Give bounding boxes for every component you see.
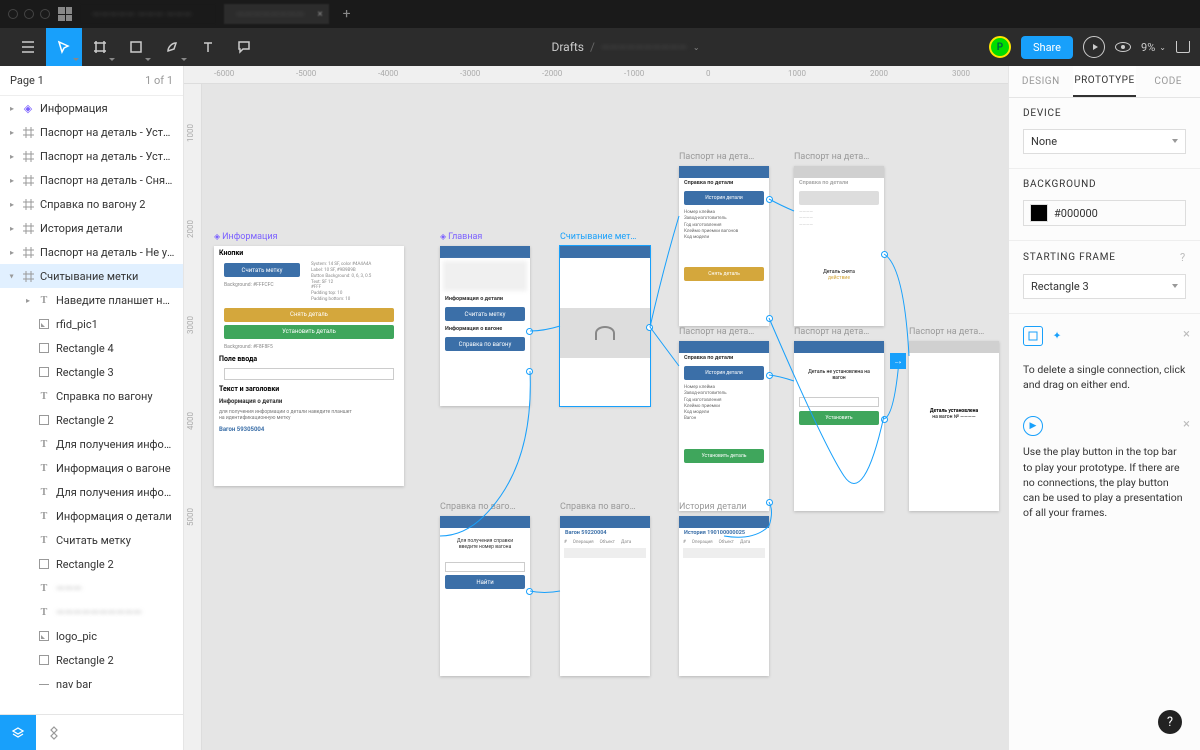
breadcrumb-root[interactable]: Drafts [551,40,584,54]
connection-arrow-icon[interactable]: → [890,353,906,369]
help-button[interactable]: ? [1158,710,1182,734]
frame-info[interactable]: Информация Кнопки Считать метку Backgrou… [214,246,404,486]
device-label: Device [1023,108,1186,119]
background-swatch[interactable] [1030,204,1048,222]
hint-play-button: ▶ × Use the play button in the top bar t… [1009,404,1200,532]
layer-item[interactable]: TСправка по вагону [0,384,183,408]
assets-tab-icon[interactable] [36,715,72,750]
layer-item[interactable]: Rectangle 2 [0,648,183,672]
close-light[interactable] [8,9,18,19]
device-select[interactable]: None [1023,129,1186,154]
frame-passport-5[interactable]: Паспорт на дета… Деталь установленана ва… [909,341,999,511]
apps-grid-icon[interactable] [58,7,72,21]
os-titlebar: ————— ——— ——— ————————× + [0,0,1200,28]
comment-tool[interactable] [226,28,262,66]
frame-spravka-2[interactable]: Справка по ваго… Вагон 59220004 #Операци… [560,516,650,676]
frame-spravka-1[interactable]: Справка по ваго… Для получения справки в… [440,516,530,676]
background-label: Background [1023,179,1186,190]
tab-2-active[interactable]: ————————× [224,4,329,24]
frame-passport-3[interactable]: Паспорт на дета… Справка по детали Истор… [679,341,769,511]
dismiss-hint-icon[interactable]: × [1183,416,1190,435]
canvas[interactable]: -6000-5000-4000-3000-2000-10000100020003… [184,66,1008,750]
frame-tool[interactable] [82,28,118,66]
layer-item[interactable]: ▸Паспорт на деталь - Не уст… [0,240,183,264]
play-hint-icon: ▶ [1023,416,1043,436]
bottom-tools [0,714,183,750]
layer-item[interactable]: ▸Считывание метки [0,264,183,288]
pen-tool[interactable] [154,28,190,66]
minimize-light[interactable] [24,9,34,19]
layer-item[interactable]: rfid_pic1 [0,312,183,336]
ruler-horizontal: -6000-5000-4000-3000-2000-10000100020003… [184,66,1008,84]
starting-frame-label: Starting Frame? [1023,251,1186,264]
pages-header[interactable]: Page 11 of 1 [0,66,183,96]
tab-code[interactable]: Code [1136,66,1200,97]
layer-item[interactable]: Rectangle 4 [0,336,183,360]
move-tool[interactable] [46,28,82,66]
layers-panel: Page 11 of 1 ▸◈Информация▸Паспорт на дет… [0,66,184,750]
text-tool[interactable] [190,28,226,66]
layer-item[interactable]: nav bar [0,672,183,696]
frame-hint-icon [1023,326,1043,346]
layer-item[interactable]: TДля получения информ… [0,432,183,456]
frame-passport-2[interactable]: Паспорт на дета… Справка по детали —————… [794,166,884,326]
layer-item[interactable]: ▸Паспорт на деталь - Снятие [0,168,183,192]
layer-item[interactable]: ▸◈Информация [0,96,183,120]
breadcrumb-file[interactable]: —————————— [601,41,687,54]
layer-item[interactable]: ▸Справка по вагону 2 [0,192,183,216]
layer-item[interactable]: ▸Паспорт на деталь - Устано… [0,144,183,168]
dismiss-hint-icon[interactable]: × [1183,326,1190,345]
frame-passport-1[interactable]: Паспорт на дета… Справка по детали Истор… [679,166,769,326]
layer-item[interactable]: Rectangle 2 [0,408,183,432]
frame-history[interactable]: История детали История 190100000025 #Опе… [679,516,769,676]
layer-item[interactable]: ▸История детали [0,216,183,240]
layer-item[interactable]: Rectangle 2 [0,552,183,576]
zoom-control[interactable]: 9%⌄ [1141,41,1166,54]
layers-list: ▸◈Информация▸Паспорт на деталь - Устано…… [0,96,183,714]
inspector-panel: Design Prototype Code Device None Backgr… [1008,66,1200,750]
traffic-lights [8,9,50,19]
tab-prototype[interactable]: Prototype [1073,66,1137,97]
library-icon[interactable] [1176,41,1190,53]
layer-item[interactable]: T——— [0,576,183,600]
layers-tab-icon[interactable] [0,715,36,750]
layer-item[interactable]: ▸Паспорт на деталь - Устано… [0,120,183,144]
tab-design[interactable]: Design [1009,66,1073,97]
view-settings-icon[interactable] [1115,42,1131,52]
maximize-light[interactable] [40,9,50,19]
tab-1[interactable]: ————— ——— ——— [80,4,216,24]
new-tab-button[interactable]: + [337,6,357,22]
hint-delete-connection: ✦ × To delete a single connection, click… [1009,314,1200,404]
layer-item[interactable]: ▸TНаведите планшет на м… [0,288,183,312]
layer-item[interactable]: logo_pic [0,624,183,648]
background-value[interactable]: #000000 [1054,207,1098,220]
layer-item[interactable]: TСчитать метку [0,528,183,552]
frame-main[interactable]: Главная Информация о детали Считать метк… [440,246,530,406]
share-button[interactable]: Share [1021,36,1073,59]
menu-button[interactable] [10,28,46,66]
frame-passport-4[interactable]: Паспорт на дета… Деталь не установлена н… [794,341,884,511]
shape-tool[interactable] [118,28,154,66]
layer-item[interactable]: TИнформация о детали [0,504,183,528]
frame-scan-selected[interactable]: Считывание мет… [560,246,650,406]
breadcrumb[interactable]: Drafts / —————————— ⌄ [551,40,699,54]
layer-item[interactable]: T—————————— [0,600,183,624]
layer-item[interactable]: Rectangle 3 [0,360,183,384]
toolbar: Drafts / —————————— ⌄ P Share 9%⌄ [0,28,1200,66]
present-button[interactable] [1083,36,1105,58]
layer-item[interactable]: TИнформация о вагоне [0,456,183,480]
avatar[interactable]: P [989,36,1011,58]
ruler-vertical: 10002000300040005000 [184,84,202,750]
layer-item[interactable]: TДля получения информ… [0,480,183,504]
close-tab-icon[interactable]: × [317,9,322,20]
starting-frame-select[interactable]: Rectangle 3 [1023,274,1186,299]
